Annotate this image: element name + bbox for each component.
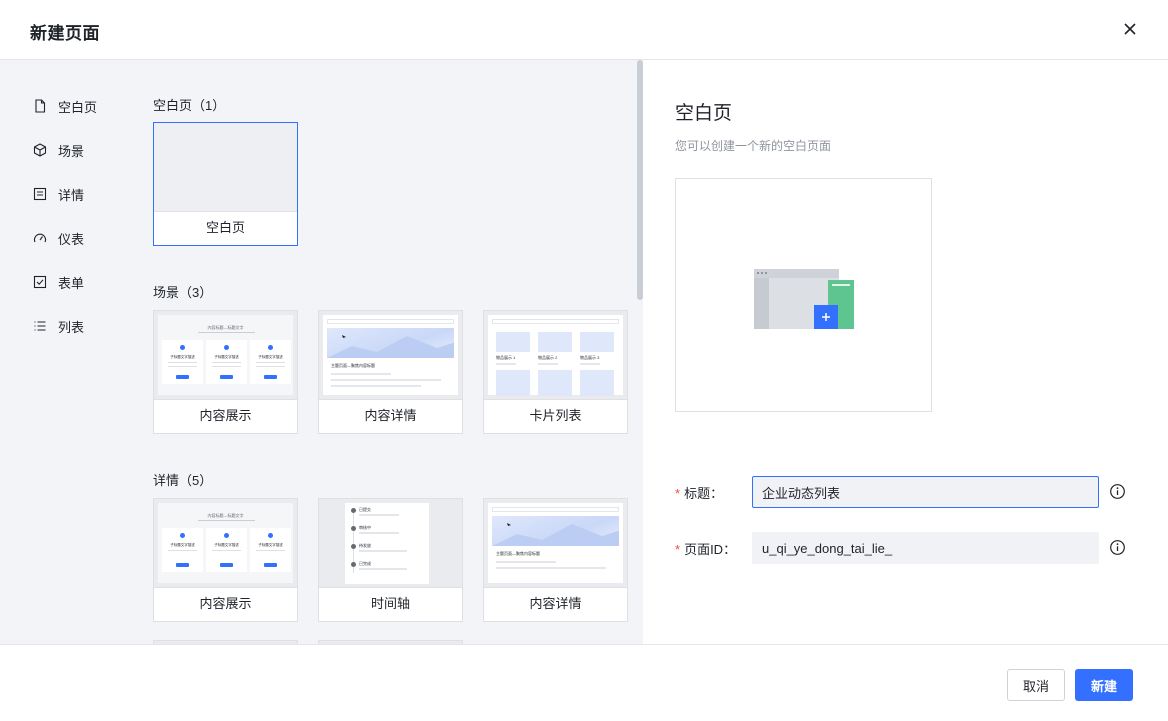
nav-item-blank[interactable]: 空白页 <box>22 84 122 128</box>
thumb-divider <box>198 332 255 333</box>
thumb-title: 内容标题—标题文字 <box>207 325 244 330</box>
nav-item-label: 表单 <box>58 275 85 291</box>
create-button[interactable]: 新建 <box>1075 669 1133 701</box>
dialog-body: 空白页 场景 详情 仪表 表单 列表 空白页（1） 空白页 场景（3） 内容标题… <box>0 60 1168 644</box>
template-thumbnail: 主题页面—聚焦内容标题 <box>319 311 462 400</box>
required-mark: * <box>675 485 681 501</box>
nav-item-gauge[interactable]: 仪表 <box>22 216 122 260</box>
page-id-input[interactable]: u_qi_ye_dong_tai_lie_ <box>752 532 1099 564</box>
dialog-title: 新建页面 <box>30 24 100 43</box>
section-title-blank: 空白页（1） <box>153 98 226 113</box>
preview-description: 您可以创建一个新的空白页面 <box>675 139 832 153</box>
section-title-scene: 场景（3） <box>153 285 213 300</box>
nav-item-label: 空白页 <box>58 99 98 115</box>
template-card-label: 内容展示 <box>199 596 252 611</box>
nav-item-label: 仪表 <box>58 231 85 247</box>
page-id-field-row: * 页面ID： u_qi_ye_dong_tai_lie_ <box>675 532 1135 564</box>
template-card-blank[interactable]: 空白页 <box>153 122 298 246</box>
page-id-label: * 页面ID： <box>675 541 737 557</box>
dialog-footer: 取消 新建 <box>0 644 1168 721</box>
template-thumbnail: 已提交 审核中 待发放 已完成 <box>319 499 462 588</box>
template-card-timeline[interactable]: 已提交 审核中 待发放 已完成 时间轴 <box>318 498 463 622</box>
list-icon <box>32 318 48 334</box>
gauge-icon <box>32 230 48 246</box>
nav-item-detail[interactable]: 详情 <box>22 172 122 216</box>
thumb-column: 子标题文字描述 <box>162 340 203 384</box>
template-panel: 空白页 场景 详情 仪表 表单 列表 空白页（1） 空白页 场景（3） 内容标题… <box>0 60 643 644</box>
required-mark: * <box>675 541 681 557</box>
template-card-content-showcase-2[interactable]: 内容标题—标题文字 子标题文字描述 子标题文字描述 子标题文字描述 内容展示 <box>153 498 298 622</box>
nav-item-scene[interactable]: 场景 <box>22 128 122 172</box>
preview-panel: 空白页 您可以创建一个新的空白页面 * 标题： 企业动态列表 * 页面ID： u… <box>643 60 1168 644</box>
dialog-header: 新建页面 <box>0 0 1168 60</box>
title-input[interactable]: 企业动态列表 <box>752 476 1099 508</box>
thumb-column: 子标题文字描述 <box>250 340 291 384</box>
cancel-button[interactable]: 取消 <box>1007 669 1065 701</box>
preview-image <box>675 178 932 412</box>
template-thumbnail: 物品展示 1 物品展示 2 物品展示 3 <box>484 311 627 400</box>
template-card-content-detail-2[interactable]: 主题页面—聚焦内容标题 内容详情 <box>483 498 628 622</box>
template-card-content-detail[interactable]: 主题页面—聚焦内容标题 内容详情 <box>318 310 463 434</box>
template-card-content-showcase[interactable]: 内容标题—标题文字 子标题文字描述 子标题文字描述 子标题文字描述 内容展示 <box>153 310 298 434</box>
category-nav: 空白页 场景 详情 仪表 表单 列表 <box>22 84 122 348</box>
cube-icon <box>32 142 48 158</box>
template-card-label: 卡片列表 <box>529 408 582 423</box>
template-card-label: 内容详情 <box>529 596 582 611</box>
close-button[interactable] <box>1120 19 1140 39</box>
nav-item-label: 列表 <box>58 319 85 335</box>
template-card-label: 空白页 <box>205 220 245 235</box>
thumb-banner <box>327 328 454 358</box>
thumb-column: 子标题文字描述 <box>206 340 247 384</box>
title-field-row: * 标题： 企业动态列表 <box>675 476 1135 508</box>
preview-title: 空白页 <box>675 103 733 124</box>
template-card-label: 内容详情 <box>364 408 417 423</box>
thumb-timeline: 已提交 审核中 待发放 已完成 <box>345 503 429 584</box>
template-thumbnail <box>154 123 297 212</box>
template-thumbnail: 内容标题—标题文字 子标题文字描述 子标题文字描述 子标题文字描述 <box>154 311 297 400</box>
template-card-label: 时间轴 <box>370 596 410 611</box>
template-card-card-list[interactable]: 物品展示 1 物品展示 2 物品展示 3 卡片列表 <box>483 310 628 434</box>
template-thumbnail: 主题页面—聚焦内容标题 <box>484 499 627 588</box>
plus-icon <box>814 305 838 329</box>
section-title-detail: 详情（5） <box>153 473 213 488</box>
checkbox-icon <box>32 274 48 290</box>
close-icon <box>1124 23 1136 35</box>
info-icon[interactable] <box>1109 539 1126 556</box>
nav-item-label: 场景 <box>58 143 85 159</box>
nav-item-list[interactable]: 列表 <box>22 304 122 348</box>
file-icon <box>32 98 48 114</box>
nav-item-form[interactable]: 表单 <box>22 260 122 304</box>
title-label: * 标题： <box>675 485 724 501</box>
nav-item-label: 详情 <box>58 187 85 203</box>
template-thumbnail: 内容标题—标题文字 子标题文字描述 子标题文字描述 子标题文字描述 <box>154 499 297 588</box>
info-icon[interactable] <box>1109 483 1126 500</box>
detail-icon <box>32 186 48 202</box>
template-card-label: 内容展示 <box>199 408 252 423</box>
template-list: 空白页（1） 空白页 场景（3） 内容标题—标题文字 子标题文字描述 子标题文字… <box>153 60 633 644</box>
thumb-caption: 主题页面—聚焦内容标题 <box>331 363 375 368</box>
